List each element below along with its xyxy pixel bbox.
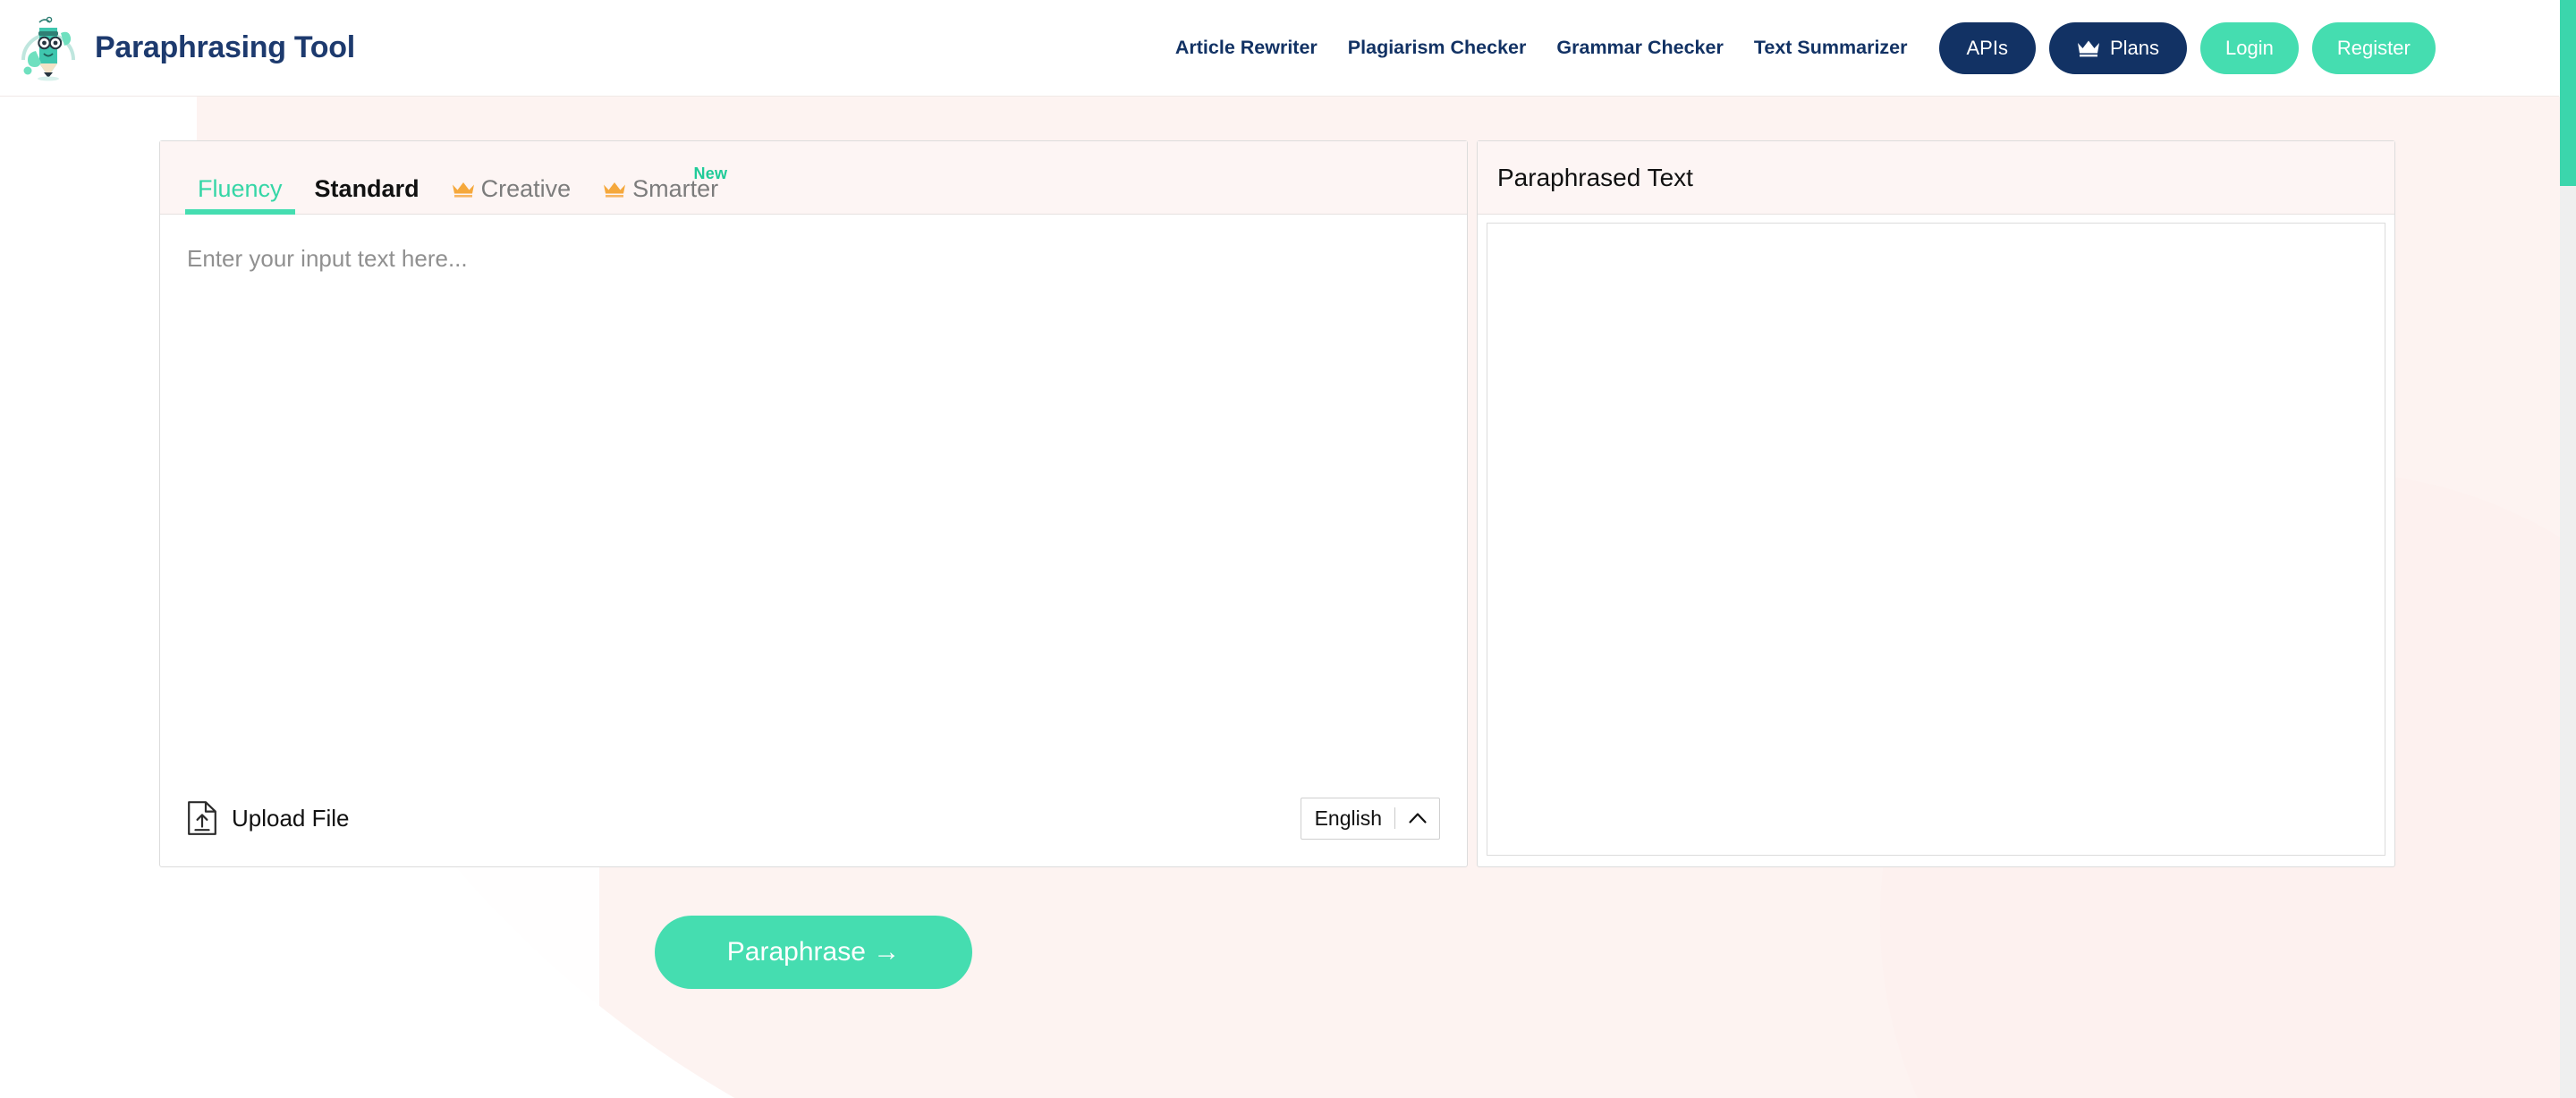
plans-button-label: Plans xyxy=(2109,36,2160,59)
header-scrollbar-spacer xyxy=(2559,0,2560,97)
mode-tabs: Fluency Standard Creative Smarter New xyxy=(160,141,1467,215)
language-select-value: English xyxy=(1314,806,1382,830)
upload-file-label: Upload File xyxy=(232,804,350,832)
register-button[interactable]: Register xyxy=(2311,21,2436,74)
main-content: Fluency Standard Creative Smarter New En… xyxy=(0,97,2560,1098)
input-panel: Fluency Standard Creative Smarter New En… xyxy=(159,140,1468,867)
login-button-label: Login xyxy=(2225,36,2274,59)
apis-button[interactable]: APIs xyxy=(1938,21,2036,74)
nav-link-grammar-checker[interactable]: Grammar Checker xyxy=(1541,37,1738,59)
brand[interactable]: Paraphrasing Tool xyxy=(18,15,355,81)
owl-pencil-mascot-logo xyxy=(21,16,75,80)
apis-button-label: APIs xyxy=(1966,36,2008,59)
cta-container: Paraphrase → xyxy=(159,916,1468,989)
tab-creative[interactable]: Creative xyxy=(436,175,588,214)
output-panel-body xyxy=(1478,215,2394,866)
crown-icon xyxy=(452,182,474,198)
tab-smarter-new-badge: New xyxy=(693,165,728,182)
site-header: Paraphrasing Tool Article Rewriter Plagi… xyxy=(0,0,2560,97)
paraphrase-workspace: Fluency Standard Creative Smarter New En… xyxy=(159,140,2395,867)
nav-link-plagiarism-checker[interactable]: Plagiarism Checker xyxy=(1333,37,1542,59)
primary-nav: Article Rewriter Plagiarism Checker Gram… xyxy=(1160,37,1923,59)
nav-link-text-summarizer[interactable]: Text Summarizer xyxy=(1739,37,1923,59)
register-button-label: Register xyxy=(2336,36,2411,59)
login-button[interactable]: Login xyxy=(2200,21,2299,74)
output-panel: Paraphrased Text xyxy=(1477,140,2395,867)
output-panel-header: Paraphrased Text xyxy=(1478,141,2394,215)
input-placeholder: Enter your input text here... xyxy=(187,245,468,272)
crown-icon xyxy=(604,182,626,198)
language-select[interactable]: English xyxy=(1300,797,1440,840)
chevron-up-icon xyxy=(1409,813,1427,824)
input-panel-footer: Upload File English xyxy=(160,784,1467,866)
output-textarea[interactable] xyxy=(1487,223,2385,856)
tab-standard-label: Standard xyxy=(314,175,419,202)
plans-button[interactable]: Plans xyxy=(2048,21,2188,74)
tab-creative-label: Creative xyxy=(480,175,572,202)
file-upload-icon xyxy=(188,801,216,835)
tab-smarter[interactable]: Smarter New xyxy=(587,165,734,214)
crown-icon xyxy=(2077,40,2099,56)
tab-fluency-label: Fluency xyxy=(198,175,283,202)
tab-standard[interactable]: Standard xyxy=(299,175,436,214)
output-panel-title: Paraphrased Text xyxy=(1497,163,1693,191)
tab-fluency[interactable]: Fluency xyxy=(182,175,299,215)
paraphrase-button[interactable]: Paraphrase → xyxy=(655,916,972,989)
brand-title: Paraphrasing Tool xyxy=(95,30,355,64)
upload-file-button[interactable]: Upload File xyxy=(187,800,350,836)
language-select-divider xyxy=(1394,807,1395,829)
input-textarea[interactable]: Enter your input text here... xyxy=(160,215,1467,784)
page-scrollbar-thumb[interactable] xyxy=(2560,0,2576,186)
header-actions: APIs Plans Login Register xyxy=(1938,21,2436,74)
nav-link-article-rewriter[interactable]: Article Rewriter xyxy=(1160,37,1333,59)
